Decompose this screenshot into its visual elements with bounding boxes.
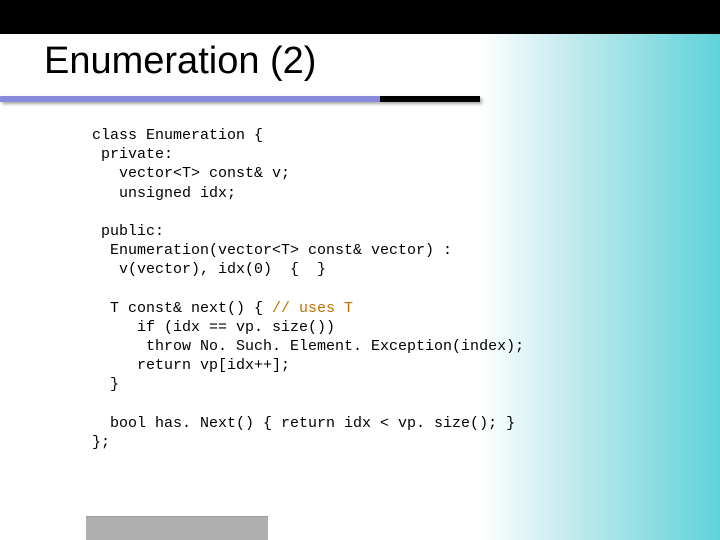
code-line: if (idx == vp. size())	[92, 319, 335, 336]
code-line: };	[92, 434, 110, 451]
code-line: throw No. Such. Element. Exception(index…	[92, 338, 524, 355]
footer-bar	[86, 516, 268, 540]
code-line: class Enumeration {	[92, 127, 263, 144]
slide-title: Enumeration (2)	[44, 40, 316, 83]
code-line: bool has. Next() { return idx < vp. size…	[92, 415, 515, 432]
underline-black-segment	[380, 96, 480, 102]
code-line: Enumeration(vector<T> const& vector) :	[92, 242, 452, 259]
code-line: private:	[92, 146, 173, 163]
title-underline	[0, 96, 720, 118]
code-line: unsigned idx;	[92, 185, 236, 202]
top-stripe	[0, 0, 720, 34]
code-block: class Enumeration { private: vector<T> c…	[92, 126, 524, 452]
underline-purple-segment	[0, 96, 380, 102]
code-line: T const& next() {	[92, 300, 272, 317]
code-line: v(vector), idx(0) { }	[92, 261, 326, 278]
code-line: vector<T> const& v;	[92, 165, 290, 182]
code-comment: // uses T	[272, 300, 353, 317]
code-line: return vp[idx++];	[92, 357, 290, 374]
code-line: public:	[92, 223, 164, 240]
code-line: }	[92, 376, 119, 393]
